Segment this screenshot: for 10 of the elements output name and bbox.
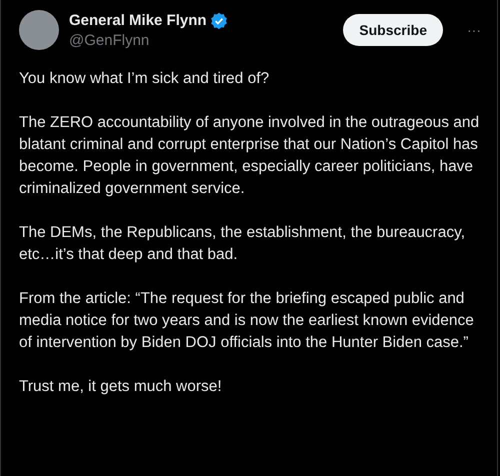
- tweet-paragraph: The ZERO accountability of anyone involved in the outrageous and blatant criminal and corrupt enterprise that our Nation’s Capitol has become. People in government, especially career politicians, have criminalized government service.: [19, 113, 480, 199]
- tweet-paragraph: From the article: “The request for the briefing escaped public and media notice for two years and is now the earliest known evidence of intervention by Biden DOJ officials into the Hunter Biden case.”: [19, 289, 475, 353]
- more-button[interactable]: ···: [467, 22, 481, 38]
- author-name[interactable]: General Mike Flynn: [69, 12, 207, 29]
- tweet-paragraph: You know what I’m sick and tired of?: [19, 69, 270, 89]
- subscribe-button[interactable]: Subscribe: [343, 14, 443, 46]
- tweet-paragraph: Trust me, it gets much worse!: [19, 377, 223, 397]
- tweet-paragraph: The DEMs, the Republicans, the establishment, the bureaucracy, etc…it’s that deep and that bad.: [19, 223, 466, 265]
- author-handle: @GenFlynn: [69, 32, 150, 48]
- avatar[interactable]: [19, 10, 59, 50]
